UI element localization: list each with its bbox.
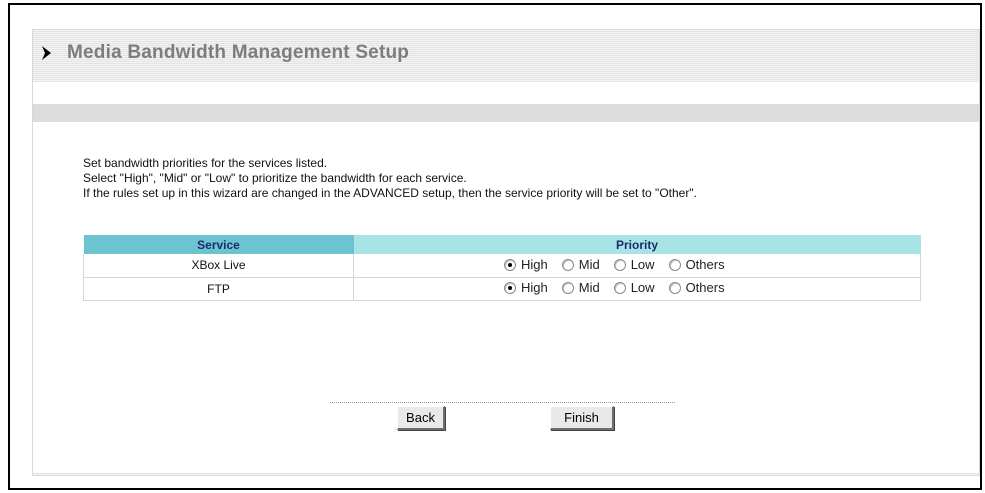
radio-button[interactable] xyxy=(613,281,626,294)
priority-option-others[interactable]: Others xyxy=(668,257,725,272)
back-button[interactable]: Back xyxy=(397,406,445,430)
priority-option-low[interactable]: Low xyxy=(613,280,655,296)
setup-panel: Media Bandwidth Management Setup Set ban… xyxy=(32,29,980,476)
window-frame: Media Bandwidth Management Setup Set ban… xyxy=(8,3,982,490)
instruction-line-2: Select "High", "Mid" or "Low" to priorit… xyxy=(83,171,467,185)
priority-option-mid[interactable]: Mid xyxy=(561,280,600,296)
radio-label: Mid xyxy=(578,280,600,296)
table-row: XBox Live High Mid Low Others xyxy=(83,254,921,278)
radio-label: Low xyxy=(630,280,655,296)
priority-column-header: Priority xyxy=(353,235,921,254)
service-name: XBox Live xyxy=(83,254,354,278)
service-column-header: Service xyxy=(83,235,354,254)
instruction-line-1: Set bandwidth priorities for the service… xyxy=(83,156,328,170)
radio-button[interactable] xyxy=(613,258,626,271)
radio-label: High xyxy=(521,257,548,272)
radio-button[interactable] xyxy=(561,258,574,271)
radio-label: Low xyxy=(630,257,655,272)
service-priority-table: Service Priority XBox Live High Mid Low Othe… xyxy=(83,235,921,301)
divider xyxy=(330,402,675,403)
page-title: Media Bandwidth Management Setup xyxy=(67,42,410,63)
table-row: FTP High Mid Low Others xyxy=(83,277,921,301)
priority-cell: High Mid Low Others xyxy=(353,277,921,301)
priority-option-high[interactable]: High xyxy=(504,280,548,295)
radio-label: Others xyxy=(685,257,725,272)
title-bar: Media Bandwidth Management Setup xyxy=(33,30,979,76)
priority-option-high[interactable]: High xyxy=(504,257,548,272)
priority-radio-group: High Mid Low Others xyxy=(504,257,739,272)
section-band xyxy=(33,104,979,122)
priority-radio-group: High Mid Low Others xyxy=(504,280,739,295)
radio-label: Mid xyxy=(578,257,600,272)
triangle-right-icon xyxy=(39,43,55,63)
radio-label: High xyxy=(521,280,548,296)
priority-cell: High Mid Low Others xyxy=(353,254,921,278)
service-name: FTP xyxy=(83,277,354,301)
priority-option-others[interactable]: Others xyxy=(668,280,725,296)
radio-button[interactable] xyxy=(668,281,681,294)
priority-option-mid[interactable]: Mid xyxy=(561,257,600,272)
radio-label: Others xyxy=(685,280,725,296)
content-area: Set bandwidth priorities for the service… xyxy=(33,81,979,473)
instruction-line-3: If the rules set up in this wizard are c… xyxy=(83,186,697,200)
instructions: Set bandwidth priorities for the service… xyxy=(83,156,697,201)
table-header-row: Service Priority xyxy=(83,235,921,254)
radio-button[interactable] xyxy=(504,281,516,294)
radio-button[interactable] xyxy=(561,281,574,294)
radio-button[interactable] xyxy=(668,258,681,271)
finish-button[interactable]: Finish xyxy=(550,406,614,430)
radio-button[interactable] xyxy=(504,258,516,271)
priority-option-low[interactable]: Low xyxy=(613,257,655,272)
